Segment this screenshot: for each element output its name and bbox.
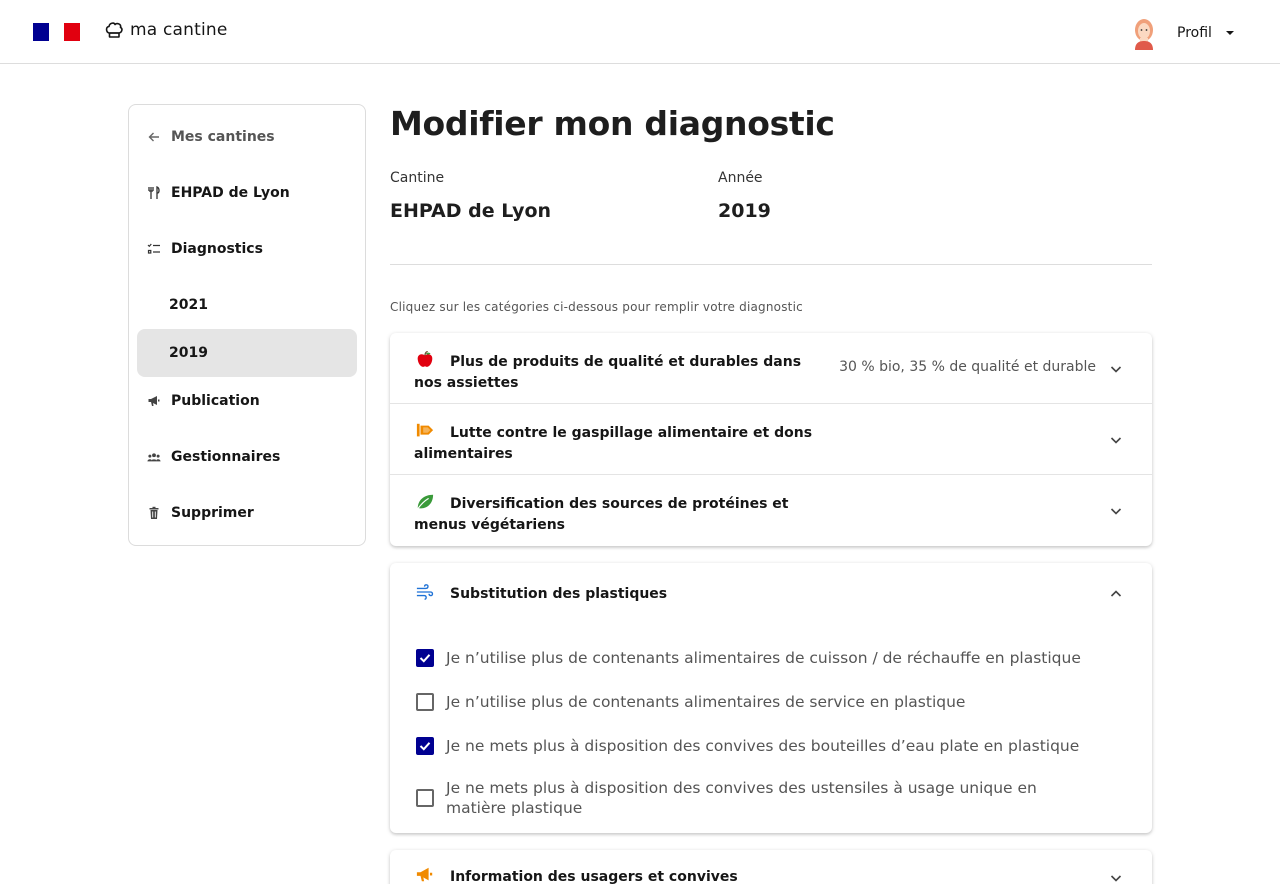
checkbox-label: Je n’utilise plus de contenants alimenta… [446,649,1081,667]
plastics-title: Substitution des plastiques [414,583,814,605]
sidebar-item-back[interactable]: Mes cantines [137,113,357,161]
checkbox-label: Je n’utilise plus de contenants alimenta… [446,693,966,711]
sidebar-item-label: Diagnostics [171,241,263,257]
categories-accordion: Plus de produits de qualité et durables … [390,333,1152,546]
checkbox-checked[interactable] [416,649,434,667]
information-header[interactable]: Information des usagers et convives [390,850,1152,884]
sidebar-item-year-2021[interactable]: 2021 [137,281,357,329]
checkbox-checked[interactable] [416,737,434,755]
category-title: Diversification des sources de protéines… [414,493,814,536]
sidebar-item-label: Gestionnaires [171,449,281,465]
checkbox-unchecked[interactable] [416,789,434,807]
checkbox-cooking-containers[interactable]: Je n’utilise plus de contenants alimenta… [416,648,1096,668]
checkbox-label: Je ne mets plus à disposition des conviv… [446,779,1037,817]
category-quality-products[interactable]: Plus de produits de qualité et durables … [390,333,1152,404]
avatar [1135,19,1153,50]
plastics-title-text: Substitution des plastiques [450,586,668,602]
caret-down-icon [1225,31,1234,35]
chevron-down-icon [1110,366,1122,373]
checkbox-water-bottles[interactable]: Je ne mets plus à disposition des conviv… [416,736,1096,756]
year-label: Année [718,170,763,186]
category-food-waste[interactable]: Lutte contre le gaspillage alimentaire e… [390,404,1152,475]
information-title: Information des usagers et convives [414,866,814,884]
wind-icon [416,584,434,600]
instructions-text: Cliquez sur les catégories ci-dessous po… [390,300,803,314]
sidebar-item-label: Mes cantines [171,129,275,145]
fork-knife-icon [147,186,161,200]
sidebar-item-managers[interactable]: Gestionnaires [137,433,357,481]
check-icon [419,742,431,751]
category-title-text: Lutte contre le gaspillage alimentaire e… [414,425,813,462]
year-value: 2019 [718,200,771,222]
french-flag-logo [33,23,80,41]
plastics-header[interactable]: Substitution des plastiques [390,563,1152,623]
sidebar-nav: Mes cantines EHPAD de Lyon Diagnostics 2… [128,104,366,546]
sidebar-item-canteen[interactable]: EHPAD de Lyon [137,169,357,217]
sidebar-item-publication[interactable]: Publication [137,377,357,425]
profile-label: Profil [1177,25,1212,41]
trash-icon [147,506,161,520]
category-title-text: Plus de produits de qualité et durables … [414,354,802,391]
megaphone-icon [147,394,161,408]
page-title: Modifier mon diagnostic [390,104,835,143]
arrow-left-icon [147,130,161,144]
chevron-down-icon [1110,437,1122,444]
sidebar-item-year-2019[interactable]: 2019 [137,329,357,377]
chevron-up-icon [1110,590,1122,597]
chef-hat-icon [105,22,123,38]
sidebar-item-label: EHPAD de Lyon [171,185,290,201]
category-protein-diversification[interactable]: Diversification des sources de protéines… [390,475,1152,546]
megaphone-icon [416,867,433,882]
leaf-icon [416,494,434,511]
sidebar-item-diagnostics[interactable]: Diagnostics [137,225,357,273]
canteen-label: Cantine [390,170,445,186]
apple-icon [417,351,433,367]
checkbox-single-use-utensils[interactable]: Je ne mets plus à disposition des conviv… [416,778,1096,818]
chevron-down-icon [1110,508,1122,515]
checkbox-label: Je ne mets plus à disposition des conviv… [446,737,1080,755]
checklist-icon [147,242,161,256]
checkbox-service-containers[interactable]: Je n’utilise plus de contenants alimenta… [416,692,1096,712]
sidebar-item-label: 2021 [169,297,208,313]
category-title: Plus de produits de qualité et durables … [414,351,814,394]
information-title-text: Information des usagers et convives [450,869,738,884]
divider [390,264,1152,265]
sidebar-item-label: Publication [171,393,260,409]
brand-link[interactable]: ma cantine [104,20,228,40]
top-header: ma cantine Profil [0,0,1280,64]
information-panel: Information des usagers et convives [390,850,1152,884]
category-summary: 30 % bio, 35 % de qualité et durable [839,359,1096,375]
category-title: Lutte contre le gaspillage alimentaire e… [414,422,814,465]
canteen-value: EHPAD de Lyon [390,200,552,222]
sidebar-item-delete[interactable]: Supprimer [137,489,357,537]
sidebar-item-label: 2019 [169,345,208,361]
check-icon [419,654,431,663]
waste-icon [416,423,434,437]
checkbox-unchecked[interactable] [416,693,434,711]
chevron-down-icon [1110,875,1122,882]
sidebar-item-label: Supprimer [171,505,254,521]
brand-name: ma cantine [130,20,228,40]
group-icon [147,450,161,464]
profile-menu[interactable]: Profil [1128,16,1234,50]
category-title-text: Diversification des sources de protéines… [414,496,789,533]
plastics-panel: Substitution des plastiques Je n’utilise… [390,563,1152,833]
